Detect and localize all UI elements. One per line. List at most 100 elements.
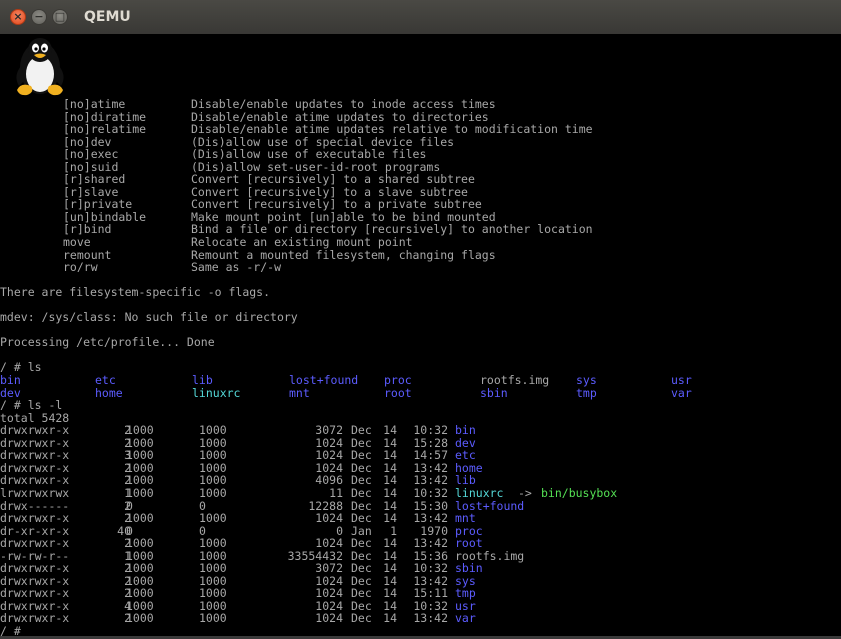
month: Dec	[351, 611, 372, 626]
file-name: sbin	[455, 561, 483, 576]
link-target: bin/busybox	[541, 485, 618, 500]
permissions: drwxrwxr-x	[0, 423, 70, 438]
prompt-line: / # ls -l	[0, 399, 841, 412]
file-name: tmp	[455, 586, 476, 601]
time: 10:32	[413, 423, 448, 438]
option-description: Relocate an existing mount point	[191, 235, 413, 250]
mount-option-line: move Relocate an existing mount point	[0, 236, 841, 249]
owner: 1000	[126, 561, 154, 576]
ls-long-row: drwxrwxr-x 2 1000 1000 3072 Dec 14 10:32 bin	[0, 424, 841, 437]
day: 14	[383, 448, 397, 463]
close-icon: ×	[13, 10, 23, 23]
minimize-icon: −	[34, 10, 44, 23]
message-line: mdev: /sys/class: No such file or direct…	[0, 311, 841, 324]
owner: 1000	[126, 611, 154, 626]
option-description: Disable/enable atime updates relative to…	[191, 122, 593, 137]
time: 15:11	[413, 586, 448, 601]
message-text: mdev: /sys/class: No such file or direct…	[0, 310, 298, 325]
ls-entry: var	[671, 385, 692, 400]
option-name: [r]shared	[63, 172, 126, 187]
ls-long-row: drwxrwxr-x 2 1000 1000 1024 Dec 14 13:42 mnt	[0, 512, 841, 525]
group: 1000	[199, 561, 227, 576]
ls-entry: lib	[192, 373, 213, 388]
maximize-icon: □	[54, 10, 66, 23]
group: 1000	[199, 448, 227, 463]
time: 10:32	[413, 561, 448, 576]
time: 10:32	[413, 485, 448, 500]
title-bar[interactable]: × − □ QEMU	[0, 0, 841, 35]
option-description: Same as -r/-w	[191, 260, 282, 275]
ls-entry: usr	[671, 373, 692, 388]
permissions: drwxrwxr-x	[0, 448, 70, 463]
qemu-window: × − □ QEMU [no]atime Disable/enable updat…	[0, 0, 841, 639]
option-description: Disable/enable updates to inode access t…	[191, 97, 496, 111]
size: 1024	[315, 536, 343, 551]
day: 14	[383, 485, 397, 500]
group: 1000	[199, 536, 227, 551]
ls-entry: root	[384, 385, 412, 400]
vm-console-screen[interactable]: [no]atime Disable/enable updates to inode…	[0, 34, 841, 639]
owner: 1000	[126, 448, 154, 463]
day: 14	[383, 586, 397, 601]
month: Dec	[351, 448, 372, 463]
size: 1024	[315, 448, 343, 463]
prompt-line: / # ls	[0, 361, 841, 374]
ls-long-row: lrwxrwxrwx 1 1000 1000 11 Dec 14 10:32 linuxrc ->…	[0, 487, 841, 500]
permissions: lrwxrwxrwx	[0, 485, 70, 500]
ls-long-row: drwxrwxr-x 2 1000 1000 3072 Dec 14 10:32 sbin	[0, 562, 841, 575]
group: 1000	[199, 423, 227, 438]
mount-option-line: [no]atime Disable/enable updates to inode…	[0, 98, 841, 111]
ls-row: bin etc lib lost+found proc rootfs.img sys usr	[0, 374, 841, 387]
window-title: QEMU	[84, 9, 131, 25]
ls-long-row: drwxrwxr-x 3 1000 1000 1024 Dec 14 14:57 etc	[0, 449, 841, 462]
owner: 1000	[126, 485, 154, 500]
console-output: [no]atime Disable/enable updates to inode…	[0, 98, 841, 638]
file-name: etc	[455, 448, 476, 463]
day: 14	[383, 611, 397, 626]
minimize-button[interactable]: −	[31, 9, 47, 25]
ls-entry: mnt	[289, 385, 310, 400]
close-button[interactable]: ×	[10, 9, 26, 25]
group: 1000	[199, 611, 227, 626]
permissions: drwxrwxr-x	[0, 511, 70, 526]
time: 14:57	[413, 448, 448, 463]
owner: 1000	[126, 511, 154, 526]
group: 1000	[199, 511, 227, 526]
tux-penguin-icon	[16, 38, 64, 96]
ls-entry: sys	[576, 373, 597, 388]
ls-entry: bin	[0, 373, 21, 388]
time: 13:42	[413, 511, 448, 526]
ls-entry: lost+found	[289, 373, 359, 388]
option-name: move	[63, 235, 91, 250]
size: 11	[329, 485, 343, 500]
ls-entry: sbin	[480, 385, 508, 400]
link-arrow: ->	[518, 485, 532, 500]
month: Dec	[351, 561, 372, 576]
day: 14	[383, 561, 397, 576]
month: Dec	[351, 423, 372, 438]
month: Dec	[351, 485, 372, 500]
ls-long-row: drwxrwxr-x 2 1000 1000 1024 Dec 14 13:42 root	[0, 537, 841, 550]
size: 1024	[315, 611, 343, 626]
size: 1024	[315, 586, 343, 601]
owner: 1000	[126, 423, 154, 438]
permissions: drwxrwxr-x	[0, 586, 70, 601]
mount-option-line: ro/rw Same as -r/-w	[0, 261, 841, 274]
ls-entry: etc	[95, 373, 116, 388]
message-text: There are filesystem-specific -o flags.	[0, 285, 271, 300]
option-description: Convert [recursively] to a shared subtre…	[191, 172, 475, 187]
ls-long-row: drwxrwxr-x 2 1000 1000 1024 Dec 14 13:42 var	[0, 612, 841, 625]
mount-option-line: remount Remount a mounted filesystem, cha…	[0, 249, 841, 262]
message-line: Processing /etc/profile... Done	[0, 336, 841, 349]
month: Dec	[351, 511, 372, 526]
owner: 1000	[126, 536, 154, 551]
ls-long-row: drwxrwxr-x 2 1000 1000 1024 Dec 14 15:11 tmp	[0, 587, 841, 600]
maximize-button[interactable]: □	[52, 9, 68, 25]
group: 1000	[199, 586, 227, 601]
ls-entry: tmp	[576, 385, 597, 400]
option-description: (Dis)allow use of executable files	[191, 147, 427, 162]
option-name: [no]atime	[63, 97, 126, 111]
group: 1000	[199, 485, 227, 500]
day: 14	[383, 536, 397, 551]
